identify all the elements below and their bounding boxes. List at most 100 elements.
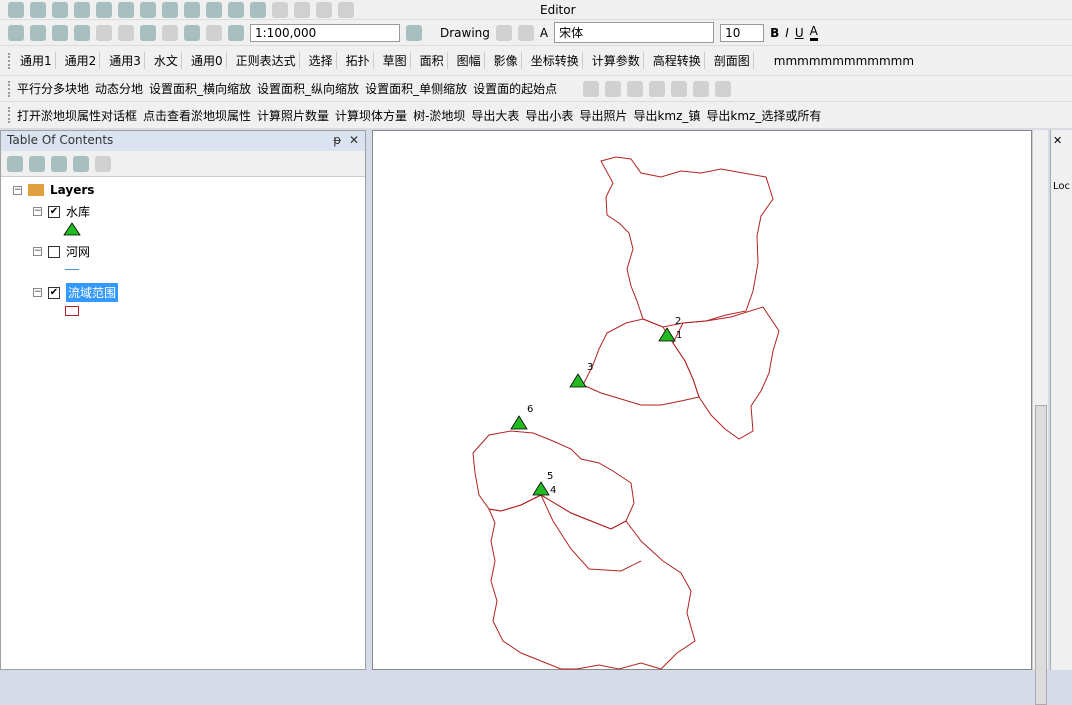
font-select[interactable]: 宋体 xyxy=(554,22,715,43)
editor-toolbar-icon[interactable] xyxy=(406,24,422,41)
pointer-icon[interactable] xyxy=(184,1,200,18)
scrollbar-thumb[interactable] xyxy=(1035,405,1047,705)
layer-item[interactable]: − ✔ 流域范围 xyxy=(33,283,119,302)
menu-item[interactable]: 拓扑 xyxy=(343,52,374,69)
tool-icon[interactable] xyxy=(338,1,354,18)
toolbar-grip[interactable] xyxy=(8,52,11,69)
delete-icon[interactable] xyxy=(162,24,178,41)
tool-button[interactable]: 树-淤地坝 xyxy=(413,107,465,124)
tool-icon[interactable] xyxy=(272,1,288,18)
layer-item[interactable]: − 河网 xyxy=(33,243,90,260)
tool-button[interactable]: 点击查看淤地坝属性 xyxy=(143,107,251,124)
options-icon[interactable] xyxy=(95,155,111,172)
reservoir-point[interactable] xyxy=(510,415,528,430)
layer-checkbox[interactable] xyxy=(48,245,60,258)
list-by-visibility-icon[interactable] xyxy=(51,155,67,172)
tool-button[interactable]: 导出照片 xyxy=(579,107,627,124)
edit-tool-icon[interactable] xyxy=(605,80,622,97)
tool-button[interactable]: 导出大表 xyxy=(471,107,519,124)
new-icon[interactable] xyxy=(8,24,24,41)
map-canvas[interactable]: 1 2 3 4 5 6 xyxy=(373,131,1033,671)
identify-icon[interactable] xyxy=(206,1,222,18)
menu-item[interactable]: 通用1 xyxy=(17,52,56,69)
list-by-source-icon[interactable] xyxy=(29,155,45,172)
tool-button[interactable]: 设置面积_横向缩放 xyxy=(149,80,251,97)
drawing-menu[interactable]: Drawing xyxy=(440,26,490,40)
toolbar-grip[interactable] xyxy=(8,107,11,123)
scale-input[interactable]: 1:100,000 xyxy=(250,23,400,42)
tool-button[interactable]: 导出kmz_选择或所有 xyxy=(706,107,821,124)
reservoir-point[interactable] xyxy=(658,327,676,342)
collapse-icon[interactable]: − xyxy=(33,247,42,256)
watershed-polygon[interactable] xyxy=(472,430,635,530)
menu-item[interactable]: 面积 xyxy=(417,52,448,69)
measure-icon[interactable] xyxy=(250,1,266,18)
watershed-polygon[interactable] xyxy=(600,156,774,328)
collapse-icon[interactable]: − xyxy=(33,207,42,216)
menu-item[interactable]: 通用0 xyxy=(188,52,227,69)
reservoir-point[interactable] xyxy=(532,481,550,496)
tool-button[interactable]: 导出kmz_镇 xyxy=(633,107,700,124)
edit-tool-icon[interactable] xyxy=(715,80,732,97)
globe-icon[interactable] xyxy=(74,1,90,18)
layers-root[interactable]: − Layers xyxy=(13,183,94,197)
menu-item[interactable]: 通用2 xyxy=(62,52,101,69)
close-icon[interactable]: ✕ xyxy=(1051,130,1072,151)
menu-item[interactable]: 影像 xyxy=(491,52,522,69)
open-icon[interactable] xyxy=(30,24,46,41)
menu-item[interactable]: 图幅 xyxy=(454,52,485,69)
menu-item[interactable]: mmmmmmmmmmmm xyxy=(774,54,914,68)
select-elements-icon[interactable] xyxy=(495,24,512,41)
zoom-in-icon[interactable] xyxy=(8,1,24,18)
edit-tool-icon[interactable] xyxy=(583,80,600,97)
list-by-selection-icon[interactable] xyxy=(73,155,89,172)
cut-icon[interactable] xyxy=(96,24,112,41)
tool-button[interactable]: 平行分多块地 xyxy=(17,80,89,97)
tool-icon[interactable] xyxy=(294,1,310,18)
save-icon[interactable] xyxy=(52,24,68,41)
list-by-drawing-order-icon[interactable] xyxy=(7,155,23,172)
bold-button[interactable]: B xyxy=(770,26,779,40)
full-extent-icon[interactable] xyxy=(96,1,112,18)
map-vertical-scrollbar[interactable] xyxy=(1032,130,1048,705)
zoom-out-icon[interactable] xyxy=(30,1,46,18)
menu-item[interactable]: 通用3 xyxy=(106,52,145,69)
underline-button[interactable]: U xyxy=(795,26,804,40)
tool-icon[interactable] xyxy=(316,1,332,18)
map-view[interactable]: 1 2 3 4 5 6 xyxy=(372,130,1032,670)
text-tool[interactable]: A xyxy=(540,26,548,40)
menu-item[interactable]: 水文 xyxy=(151,52,182,69)
menu-item[interactable]: 剖面图 xyxy=(711,52,754,69)
menu-item[interactable]: 坐标转换 xyxy=(528,52,583,69)
layer-item[interactable]: − ✔ 水库 xyxy=(33,203,90,220)
tool-button[interactable]: 打开淤地坝属性对话框 xyxy=(17,107,137,124)
layer-checkbox[interactable]: ✔ xyxy=(48,205,60,218)
tool-button[interactable]: 计算照片数量 xyxy=(257,107,329,124)
reservoir-point[interactable] xyxy=(569,373,587,388)
undo-icon[interactable] xyxy=(184,24,200,41)
edit-tool-icon[interactable] xyxy=(649,80,666,97)
copy-icon[interactable] xyxy=(118,24,134,41)
collapse-icon[interactable]: − xyxy=(33,288,42,297)
tool-button[interactable]: 设置面积_单侧缩放 xyxy=(365,80,467,97)
tool-button[interactable]: 设置面的起始点 xyxy=(473,80,557,97)
paste-icon[interactable] xyxy=(140,24,156,41)
menu-item[interactable]: 高程转换 xyxy=(650,52,705,69)
italic-button[interactable]: I xyxy=(785,26,789,40)
rectangle-icon[interactable] xyxy=(517,24,534,41)
edit-tool-icon[interactable] xyxy=(627,80,644,97)
collapse-icon[interactable]: − xyxy=(13,185,22,195)
select-features-icon[interactable] xyxy=(162,1,178,18)
watershed-polygon[interactable] xyxy=(488,494,696,670)
print-icon[interactable] xyxy=(74,24,90,41)
menu-item[interactable]: 计算参数 xyxy=(589,52,644,69)
pan-icon[interactable] xyxy=(52,1,68,18)
font-size-select[interactable]: 10 xyxy=(720,23,765,42)
redo-icon[interactable] xyxy=(206,24,222,41)
find-icon[interactable] xyxy=(228,1,244,18)
pin-icon[interactable]: ᵽ xyxy=(333,133,341,147)
font-color-button[interactable]: A xyxy=(809,24,818,41)
menu-item[interactable]: 草图 xyxy=(380,52,411,69)
tool-button[interactable]: 设置面积_纵向缩放 xyxy=(257,80,359,97)
forward-icon[interactable] xyxy=(140,1,156,18)
